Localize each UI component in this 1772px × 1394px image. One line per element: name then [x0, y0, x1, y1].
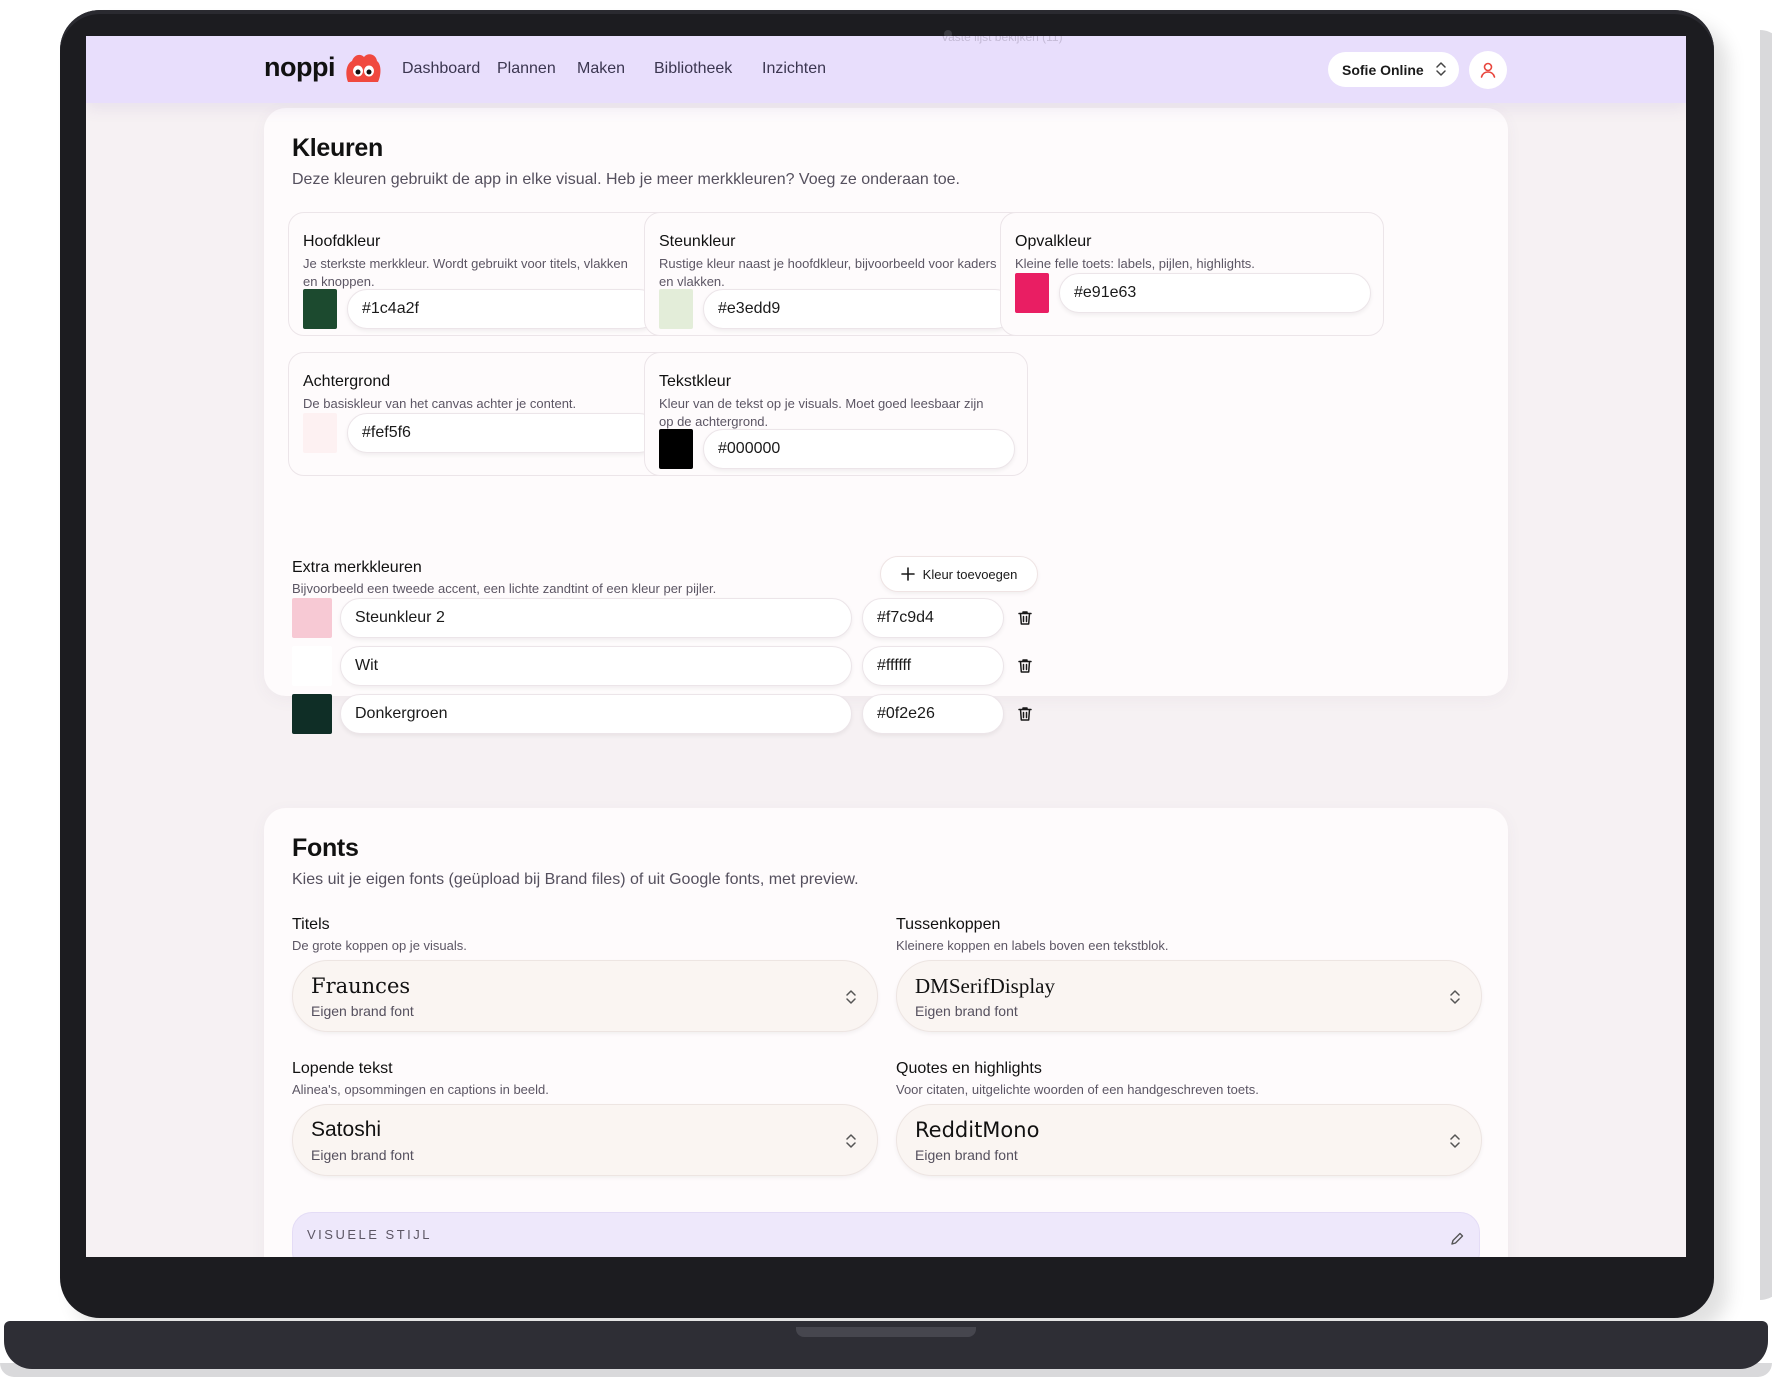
color-box-tekstkleur: Tekstkleur Kleur van de tekst op je visu… — [644, 352, 1028, 476]
fonts-title: Fonts — [292, 834, 359, 862]
colors-title: Kleuren — [292, 134, 383, 162]
plus-icon — [900, 567, 915, 581]
color-label: Opvalkleur — [1015, 233, 1092, 250]
trash-icon[interactable] — [1016, 657, 1034, 675]
page-content[interactable]: Kleuren Deze kleuren gebruikt de app in … — [86, 36, 1686, 1257]
color-desc: Kleine felle toets: labels, pijlen, high… — [1015, 256, 1255, 271]
extra-name-input[interactable]: Donkergroen — [340, 694, 852, 734]
font-source: Eigen brand font — [915, 1147, 1018, 1163]
font-source: Eigen brand font — [915, 1003, 1018, 1019]
color-box-hoofdkleur: Hoofdkleur Je sterkste merkkleur. Wordt … — [288, 212, 672, 336]
nav-plannen[interactable]: Plannen — [497, 60, 556, 78]
font-source: Eigen brand font — [311, 1147, 414, 1163]
trash-icon[interactable] — [1016, 609, 1034, 627]
font-name: Satoshi — [311, 1118, 382, 1141]
color-swatch[interactable] — [659, 289, 693, 329]
colors-card: Kleuren Deze kleuren gebruikt de app in … — [264, 108, 1508, 734]
color-desc: Rustige kleur naast je hoofdkleur, bijvo… — [659, 256, 997, 289]
extra-name-input[interactable]: Steunkleur 2 — [340, 598, 852, 638]
font-name: RedditMono — [915, 1118, 1040, 1142]
extra-hex-input[interactable]: #ffffff — [862, 646, 1004, 686]
visual-style-label: VISUELE STIJL — [307, 1227, 432, 1242]
font-label-tussenkoppen: Tussenkoppen — [896, 916, 1001, 933]
laptop-notch — [796, 1327, 976, 1337]
color-box-opvalkleur: Opvalkleur Kleine felle toets: labels, p… — [1000, 212, 1384, 336]
color-label: Achtergrond — [303, 373, 391, 390]
color-swatch[interactable] — [303, 289, 337, 329]
pencil-icon[interactable] — [1449, 1231, 1465, 1247]
font-desc: Alinea's, opsommingen en captions in bee… — [292, 1082, 549, 1097]
user-icon — [1480, 62, 1496, 78]
colors-subtitle: Deze kleuren gebruikt de app in elke vis… — [292, 171, 960, 188]
account-name: Sofie Online — [1342, 61, 1424, 78]
chevron-up-down-icon — [846, 990, 856, 1004]
font-label-quotes: Quotes en highlights — [896, 1060, 1042, 1077]
font-source: Eigen brand font — [311, 1003, 414, 1019]
color-label: Tekstkleur — [659, 373, 732, 390]
mascot-icon — [346, 54, 381, 82]
extra-hex-input[interactable]: #f7c9d4 — [862, 598, 1004, 638]
hex-input[interactable]: #e3edd9 — [703, 289, 1015, 329]
font-desc: Voor citaten, uitgelichte woorden of een… — [896, 1082, 1259, 1097]
brand-logo[interactable]: noppi — [264, 52, 335, 83]
nav-dashboard[interactable]: Dashboard — [402, 60, 480, 78]
laptop-lid-shadow — [1760, 30, 1772, 1300]
font-select-tussenkoppen[interactable]: DMSerifDisplay Eigen brand font — [896, 960, 1482, 1032]
screen: Kleuren Deze kleuren gebruikt de app in … — [86, 36, 1686, 1257]
font-desc: De grote koppen op je visuals. — [292, 938, 467, 953]
nav-maken[interactable]: Maken — [577, 60, 625, 78]
font-name: Fraunces — [311, 974, 411, 998]
add-color-label: Kleur toevoegen — [922, 566, 1018, 582]
extra-swatch[interactable] — [292, 646, 332, 686]
chevron-up-down-icon — [1450, 990, 1460, 1004]
extra-colors-desc: Bijvoorbeeld een tweede accent, een lich… — [292, 581, 717, 596]
font-select-titels[interactable]: Fraunces Eigen brand font — [292, 960, 878, 1032]
hex-input[interactable]: #fef5f6 — [347, 413, 659, 453]
font-name: DMSerifDisplay — [915, 974, 1055, 998]
hex-input[interactable]: #1c4a2f — [347, 289, 659, 329]
top-navbar: Vaste lijst bekijken (11) noppi Dashboar… — [86, 36, 1686, 103]
color-swatch[interactable] — [303, 413, 337, 453]
nav-inzichten[interactable]: Inzichten — [762, 60, 826, 78]
nav-bibliotheek[interactable]: Bibliotheek — [654, 60, 732, 78]
extra-swatch[interactable] — [292, 694, 332, 734]
font-select-lopende-tekst[interactable]: Satoshi Eigen brand font — [292, 1104, 878, 1176]
visual-style-strip[interactable]: VISUELE STIJL — [292, 1212, 1480, 1257]
extra-name-input[interactable]: Wit — [340, 646, 852, 686]
chevron-up-down-icon — [846, 1134, 856, 1148]
color-swatch[interactable] — [1015, 273, 1049, 313]
font-desc: Kleinere koppen en labels boven een teks… — [896, 938, 1169, 953]
extra-swatch[interactable] — [292, 598, 332, 638]
fonts-card: Fonts Kies uit je eigen fonts (geüpload … — [264, 808, 1508, 1257]
extra-hex-input[interactable]: #0f2e26 — [862, 694, 1004, 734]
extra-colors-label: Extra merkkleuren — [292, 559, 422, 576]
color-box-steunkleur: Steunkleur Rustige kleur naast je hoofdk… — [644, 212, 1028, 336]
font-label-titels: Titels — [292, 916, 330, 933]
color-label: Steunkleur — [659, 233, 736, 250]
font-select-quotes[interactable]: RedditMono Eigen brand font — [896, 1104, 1482, 1176]
fonts-subtitle: Kies uit je eigen fonts (geüpload bij Br… — [292, 871, 859, 888]
color-desc: Je sterkste merkkleur. Wordt gebruikt vo… — [303, 256, 628, 289]
hex-input[interactable]: #000000 — [703, 429, 1015, 469]
add-color-button[interactable]: Kleur toevoegen — [880, 556, 1038, 592]
color-desc: De basiskleur van het canvas achter je c… — [303, 396, 577, 411]
chevron-up-down-icon — [1450, 1134, 1460, 1148]
color-swatch[interactable] — [659, 429, 693, 469]
color-box-achtergrond: Achtergrond De basiskleur van het canvas… — [288, 352, 672, 476]
color-label: Hoofdkleur — [303, 233, 381, 250]
profile-button[interactable] — [1469, 51, 1507, 89]
ghost-link: Vaste lijst bekijken (11) — [941, 36, 1063, 44]
account-switcher[interactable]: Sofie Online — [1328, 52, 1459, 87]
trash-icon[interactable] — [1016, 705, 1034, 723]
hex-input[interactable]: #e91e63 — [1059, 273, 1371, 313]
chevron-up-down-icon — [1436, 62, 1446, 76]
font-label-lopende-tekst: Lopende tekst — [292, 1060, 393, 1077]
color-desc: Kleur van de tekst op je visuals. Moet g… — [659, 396, 984, 429]
